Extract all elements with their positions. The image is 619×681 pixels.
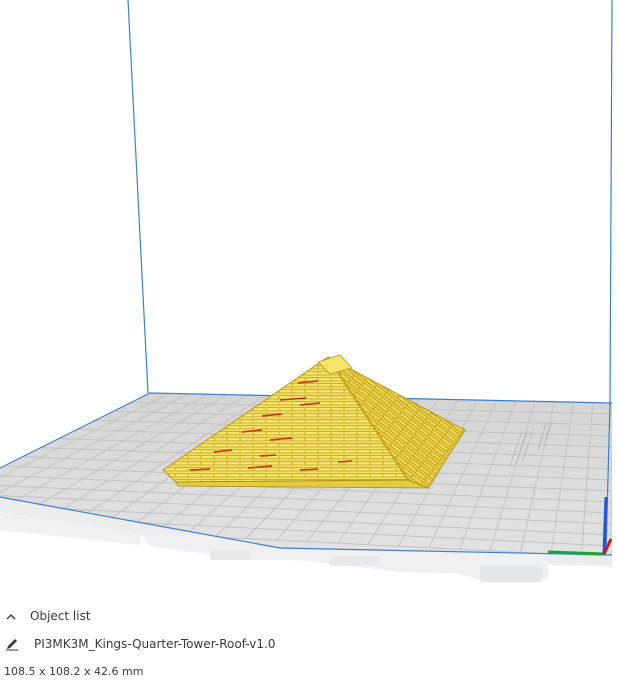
object-list-label: Object list bbox=[30, 609, 91, 623]
scene-canvas[interactable] bbox=[0, 0, 619, 600]
object-list-panel: Object list PI3MK3M_Kings-Quarter-Tower-… bbox=[0, 600, 619, 680]
object-name-field[interactable]: PI3MK3M_Kings-Quarter-Tower-Roof-v1.0 bbox=[34, 637, 275, 651]
object-list-toggle[interactable]: Object list bbox=[4, 606, 91, 626]
object-row[interactable]: PI3MK3M_Kings-Quarter-Tower-Roof-v1.0 bbox=[4, 634, 275, 654]
object-dimensions: 108.5 x 108.2 x 42.6 mm bbox=[4, 664, 144, 678]
3d-viewport[interactable] bbox=[0, 0, 619, 600]
pencil-icon[interactable] bbox=[4, 636, 20, 652]
chevron-up-icon[interactable] bbox=[4, 609, 18, 623]
